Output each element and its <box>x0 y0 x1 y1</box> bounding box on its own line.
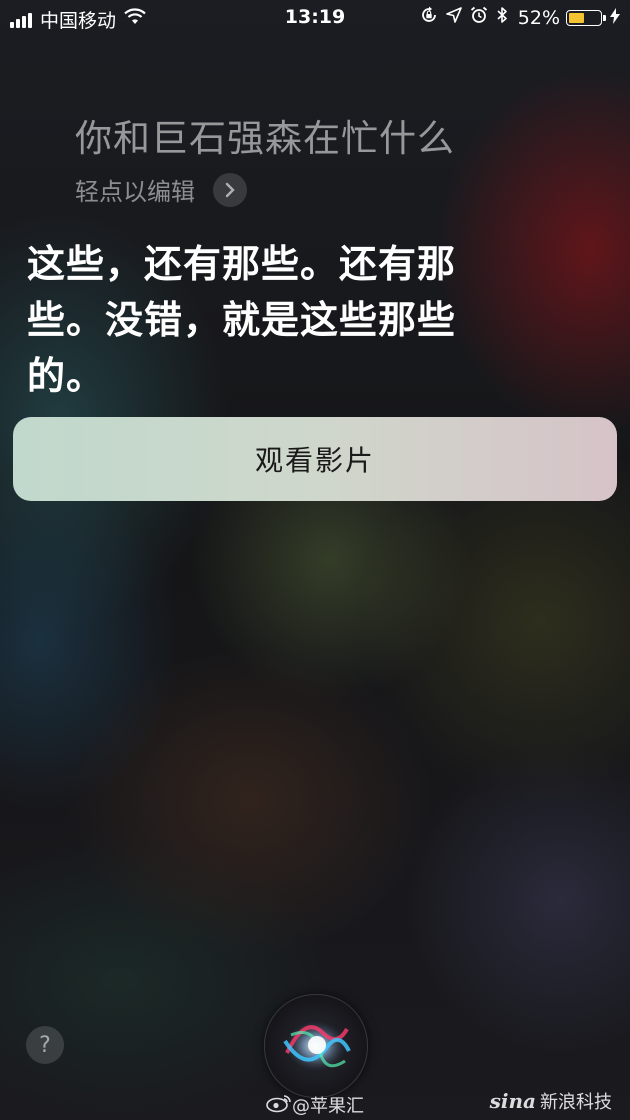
battery-icon <box>566 9 602 26</box>
charging-bolt-icon <box>610 7 620 28</box>
sina-tech-label: 新浪科技 <box>540 1092 612 1113</box>
sina-watermark: sina 新浪科技 <box>490 1088 612 1114</box>
tap-to-edit[interactable]: 轻点以编辑 <box>75 172 247 207</box>
orientation-lock-icon <box>420 6 438 29</box>
battery-fill <box>569 12 584 23</box>
siri-screen: 中国移动 13:19 52% 你和巨石强森在忙什么 轻点以编辑 这些，还有那些。… <box>0 0 630 1120</box>
status-bar: 中国移动 13:19 52% <box>0 0 630 36</box>
siri-waveform-icon <box>282 1018 351 1074</box>
siri-answer: 这些，还有那些。还有那些。没错，就是这些那些的。 <box>27 242 457 398</box>
watch-video-label: 观看影片 <box>254 444 375 477</box>
weibo-watermark: @苹果汇 <box>266 1092 364 1118</box>
alarm-icon <box>470 6 488 29</box>
help-button[interactable]: ? <box>26 1026 64 1064</box>
weibo-logo-icon <box>266 1093 292 1118</box>
location-icon <box>445 7 462 28</box>
watch-video-button[interactable]: 观看影片 <box>13 417 617 501</box>
bluetooth-icon <box>496 6 508 29</box>
tap-to-edit-label: 轻点以编辑 <box>75 178 195 206</box>
siri-orb-button[interactable] <box>264 994 368 1098</box>
battery-tip <box>603 14 606 21</box>
chevron-right-icon[interactable] <box>213 172 247 207</box>
weibo-handle: @苹果汇 <box>292 1096 364 1117</box>
siri-query[interactable]: 你和巨石强森在忙什么 <box>75 108 455 162</box>
status-right: 52% <box>412 6 620 29</box>
battery-percent: 52% <box>517 6 560 29</box>
sina-logo: sina <box>489 1089 536 1113</box>
